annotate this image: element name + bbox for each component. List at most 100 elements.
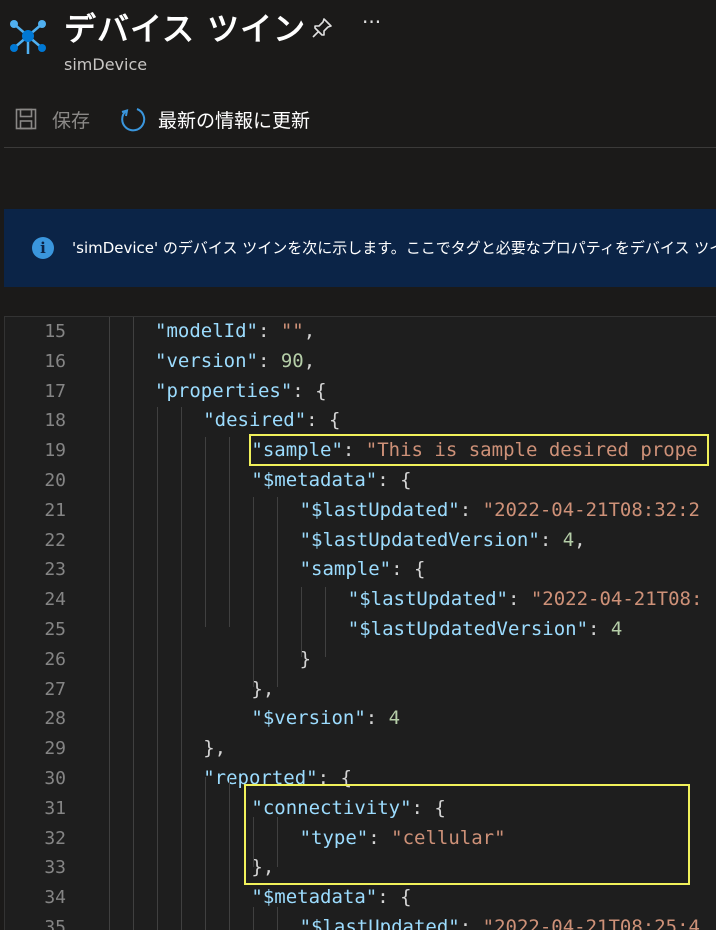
code-text: "$metadata": { xyxy=(251,466,411,496)
code-line: 18 "desired": { xyxy=(5,406,716,436)
page-header: デバイス ツイン simDevice ··· xyxy=(0,0,716,90)
line-number: 28 xyxy=(44,708,66,730)
code-token: "2022-04-21T08:25:4 xyxy=(482,916,700,930)
code-token: : { xyxy=(306,409,341,432)
line-number: 31 xyxy=(44,797,66,819)
indent-guide xyxy=(205,777,206,930)
info-message-bar: i 'simDevice' のデバイス ツインを次に示します。ここでタグと必要な… xyxy=(4,209,716,287)
save-icon xyxy=(15,108,37,130)
code-token: : { xyxy=(377,469,412,491)
line-number: 30 xyxy=(44,768,66,789)
indent-guide xyxy=(229,777,230,930)
code-token: "$version" xyxy=(251,707,366,730)
code-token: , xyxy=(303,349,316,372)
code-text: }, xyxy=(203,734,226,764)
code-token: }, xyxy=(251,677,275,700)
refresh-icon xyxy=(121,108,146,132)
line-number: 33 xyxy=(44,857,66,879)
code-text: "desired": { xyxy=(203,406,340,436)
code-line: 23 "sample": { xyxy=(5,555,716,585)
indent-guide xyxy=(277,907,278,930)
line-number: 24 xyxy=(44,589,66,611)
code-token: "version" xyxy=(155,349,258,372)
code-token: : { xyxy=(377,886,412,909)
line-number: 18 xyxy=(44,410,66,432)
code-token: : { xyxy=(292,379,327,402)
save-button[interactable]: 保存 xyxy=(14,102,90,136)
line-number: 26 xyxy=(44,648,66,670)
code-token: , xyxy=(303,320,316,342)
refresh-label: 最新の情報に更新 xyxy=(158,109,311,132)
save-label: 保存 xyxy=(52,109,91,132)
code-token: : xyxy=(459,916,483,930)
line-number: 27 xyxy=(44,678,66,700)
indent-guide xyxy=(181,407,182,930)
json-editor[interactable]: 15 "modelId": "", 16 "version": 90, 17 "prope… xyxy=(4,316,716,930)
line-number: 23 xyxy=(44,559,66,581)
code-token: "$lastUpdatedVersion" xyxy=(299,528,540,551)
code-text: "$metadata": { xyxy=(251,883,411,913)
code-token: "$lastUpdated" xyxy=(347,588,508,611)
code-line: 16 "version": 90, xyxy=(5,347,716,377)
code-token: : xyxy=(507,588,531,611)
code-token: : xyxy=(459,498,483,521)
code-token: "$lastUpdatedVersion" xyxy=(347,618,589,640)
line-number: 20 xyxy=(44,470,66,491)
code-line: 25 "$lastUpdatedVersion": 4 xyxy=(5,615,716,645)
code-token: , xyxy=(574,528,586,551)
line-number: 29 xyxy=(44,738,66,760)
code-token: 4 xyxy=(388,707,401,730)
code-token: 90 xyxy=(280,349,304,372)
indent-guide xyxy=(109,317,110,930)
line-number: 17 xyxy=(44,380,66,402)
code-token: "2022-04-21T08:32:2 xyxy=(482,498,700,521)
code-line: 20 "$metadata": { xyxy=(5,466,716,496)
info-message: 'simDevice' のデバイス ツインを次に示します。ここでタグと必要なプロ… xyxy=(72,239,716,257)
line-number: 21 xyxy=(44,499,66,521)
indent-guide xyxy=(205,437,206,627)
code-text: "properties": { xyxy=(155,377,327,407)
pin-icon[interactable] xyxy=(310,16,334,40)
code-token: "" xyxy=(280,320,304,342)
indent-guide xyxy=(157,407,158,930)
code-line: 22 "$lastUpdatedVersion": 4, xyxy=(5,526,716,556)
code-text: }, xyxy=(251,675,274,705)
code-token: : xyxy=(365,707,389,730)
code-text: "$lastUpdated": "2022-04-21T08:32:2 xyxy=(300,496,700,526)
code-token: "$metadata" xyxy=(251,469,378,491)
indent-guide xyxy=(229,437,230,627)
iot-hub-icon xyxy=(10,20,46,54)
more-options-button[interactable]: ··· xyxy=(362,10,381,34)
code-line: 24 "$lastUpdated": "2022-04-21T08: xyxy=(5,585,716,615)
code-text: "$lastUpdatedVersion": 4 xyxy=(348,615,623,645)
code-line: 29}, xyxy=(5,734,716,764)
code-text: "modelId": "", xyxy=(155,317,315,347)
code-line: 27}, xyxy=(5,675,716,705)
code-text: "$lastUpdatedVersion": 4, xyxy=(300,526,586,556)
line-number: 15 xyxy=(44,321,66,342)
highlight-box xyxy=(244,784,690,885)
code-line: 26} xyxy=(5,645,716,675)
code-line: 34 "$metadata": { xyxy=(5,883,716,913)
code-token: "modelId" xyxy=(155,320,258,342)
code-token: : xyxy=(539,528,563,551)
refresh-button[interactable]: 最新の情報に更新 xyxy=(118,102,310,136)
code-token: "$lastUpdated" xyxy=(299,916,460,930)
code-text: "$lastUpdated": "2022-04-21T08: xyxy=(348,585,703,615)
line-number: 22 xyxy=(44,529,66,551)
indent-guide xyxy=(253,907,254,930)
code-line: 17 "properties": { xyxy=(5,377,716,407)
command-bar: 保存 最新の情報に更新 xyxy=(0,96,716,144)
code-text: "$lastUpdated": "2022-04-21T08:25:4 xyxy=(300,913,700,930)
code-token: }, xyxy=(203,737,227,760)
code-token: : { xyxy=(391,558,426,581)
line-number: 25 xyxy=(44,619,66,640)
indent-guide xyxy=(133,317,134,930)
highlight-box xyxy=(249,434,709,466)
code-token: "$lastUpdated" xyxy=(299,498,460,521)
indent-guide xyxy=(277,497,278,687)
code-token: "desired" xyxy=(203,409,307,432)
indent-guide xyxy=(301,587,302,657)
code-token: : xyxy=(257,349,281,372)
code-line: 28 "$version": 4 xyxy=(5,704,716,734)
